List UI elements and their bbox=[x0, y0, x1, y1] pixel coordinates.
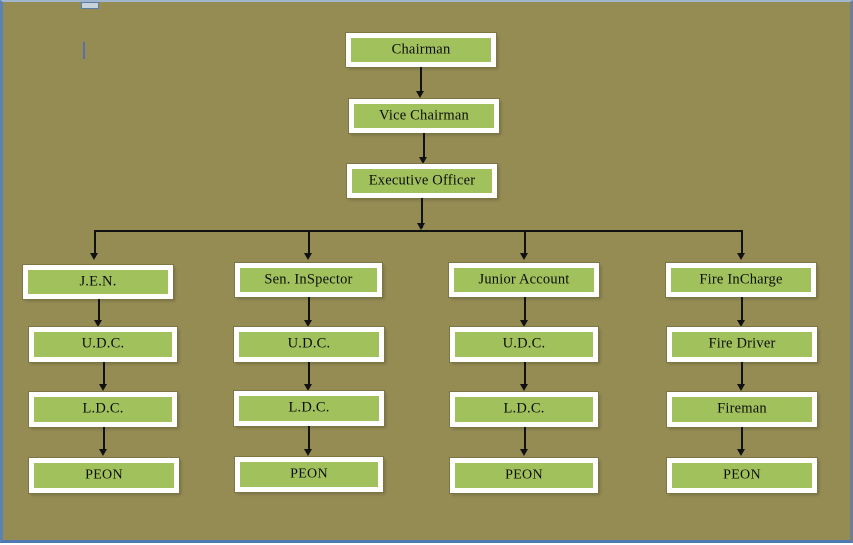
org-node-label: Vice Chairman bbox=[379, 107, 469, 124]
arrowhead-vice-chairman bbox=[416, 91, 424, 98]
org-node-peon-2[interactable]: PEON bbox=[234, 456, 384, 493]
org-node-fireman[interactable]: Fireman bbox=[666, 391, 818, 428]
arrowhead-ldc-1 bbox=[99, 384, 107, 391]
connector-fire-incharge-to-fire-driver bbox=[741, 297, 743, 322]
org-node-fire-driver[interactable]: Fire Driver bbox=[666, 326, 818, 363]
org-node-label: PEON bbox=[290, 466, 328, 481]
org-node-executive-officer[interactable]: Executive Officer bbox=[346, 163, 498, 199]
connector-fireman-to-peon-4 bbox=[741, 427, 743, 450]
org-node-udc-1[interactable]: U.D.C. bbox=[28, 326, 178, 363]
org-node-peon-3[interactable]: PEON bbox=[449, 457, 599, 494]
org-node-label: J.E.N. bbox=[79, 273, 117, 290]
org-node-fire-incharge[interactable]: Fire InCharge bbox=[665, 262, 817, 298]
connector-jen-to-udc-1 bbox=[98, 299, 100, 322]
org-node-label: Sen. InSpector bbox=[264, 271, 353, 288]
arrowhead-peon-2 bbox=[304, 449, 312, 456]
connector-sen-inspector-to-udc-2 bbox=[308, 297, 310, 322]
org-node-label: U.D.C. bbox=[502, 335, 546, 352]
arrowhead-ldc-3 bbox=[520, 384, 528, 391]
org-node-label: Fire Driver bbox=[708, 335, 776, 352]
org-node-label: PEON bbox=[85, 467, 123, 482]
arrowhead-sen-inspector bbox=[304, 253, 312, 260]
document-canvas: Chairman Vice Chairman Executive Officer bbox=[0, 0, 853, 543]
arrowhead-peon-1 bbox=[99, 449, 107, 456]
org-node-label: U.D.C. bbox=[81, 335, 125, 352]
connector-distribution-bus bbox=[94, 230, 741, 232]
org-node-label: L.D.C. bbox=[503, 400, 545, 417]
org-node-chairman[interactable]: Chairman bbox=[345, 32, 497, 68]
arrowhead-fire-incharge bbox=[737, 253, 745, 260]
org-chart: Chairman Vice Chairman Executive Officer bbox=[3, 2, 853, 545]
arrowhead-peon-4 bbox=[737, 449, 745, 456]
connector-udc-1-to-ldc-1 bbox=[103, 362, 105, 385]
arrowhead-junior-account bbox=[520, 253, 528, 260]
org-node-label: U.D.C. bbox=[287, 335, 331, 352]
connector-ldc-3-to-peon-3 bbox=[524, 427, 526, 450]
org-node-label: PEON bbox=[723, 467, 761, 482]
org-node-label: Junior Account bbox=[478, 271, 570, 288]
arrowhead-bus bbox=[417, 223, 425, 230]
arrowhead-peon-3 bbox=[520, 449, 528, 456]
org-node-label: Fire InCharge bbox=[699, 271, 783, 288]
connector-ldc-1-to-peon-1 bbox=[103, 427, 105, 450]
connector-udc-2-to-ldc-2 bbox=[308, 362, 310, 385]
org-node-ldc-1[interactable]: L.D.C. bbox=[28, 391, 178, 428]
connector-vice-chairman-to-executive-officer bbox=[423, 133, 425, 158]
connector-udc-3-to-ldc-3 bbox=[524, 362, 526, 385]
org-node-udc-2[interactable]: U.D.C. bbox=[233, 326, 385, 363]
arrowhead-executive-officer bbox=[419, 157, 427, 164]
arrowhead-udc-3 bbox=[520, 320, 528, 327]
text-cursor-caret bbox=[83, 42, 85, 59]
org-node-label: PEON bbox=[505, 467, 543, 482]
org-node-sen-inspector[interactable]: Sen. InSpector bbox=[234, 262, 383, 298]
connector-fire-driver-to-fireman bbox=[741, 362, 743, 385]
arrowhead-jen bbox=[90, 253, 98, 260]
org-node-label: L.D.C. bbox=[82, 400, 124, 417]
org-node-peon-1[interactable]: PEON bbox=[28, 457, 180, 494]
org-node-label: L.D.C. bbox=[288, 399, 330, 416]
org-node-udc-3[interactable]: U.D.C. bbox=[449, 326, 599, 363]
org-node-vice-chairman[interactable]: Vice Chairman bbox=[348, 98, 500, 134]
org-node-junior-account[interactable]: Junior Account bbox=[448, 262, 600, 298]
org-node-jen[interactable]: J.E.N. bbox=[22, 264, 174, 300]
arrowhead-udc-1 bbox=[94, 320, 102, 327]
arrowhead-udc-2 bbox=[304, 320, 312, 327]
connector-ldc-2-to-peon-2 bbox=[308, 426, 310, 449]
org-node-label: Executive Officer bbox=[368, 172, 476, 189]
arrowhead-fireman bbox=[737, 384, 745, 391]
connector-junior-account-to-udc-3 bbox=[524, 297, 526, 322]
org-node-peon-4[interactable]: PEON bbox=[666, 457, 818, 494]
org-node-label: Chairman bbox=[391, 41, 451, 58]
connector-chairman-to-vice-chairman bbox=[420, 67, 422, 92]
org-node-ldc-2[interactable]: L.D.C. bbox=[233, 390, 385, 427]
arrowhead-ldc-2 bbox=[304, 384, 312, 391]
org-node-ldc-3[interactable]: L.D.C. bbox=[449, 391, 599, 428]
arrowhead-fire-driver bbox=[737, 320, 745, 327]
org-node-label: Fireman bbox=[717, 400, 767, 417]
